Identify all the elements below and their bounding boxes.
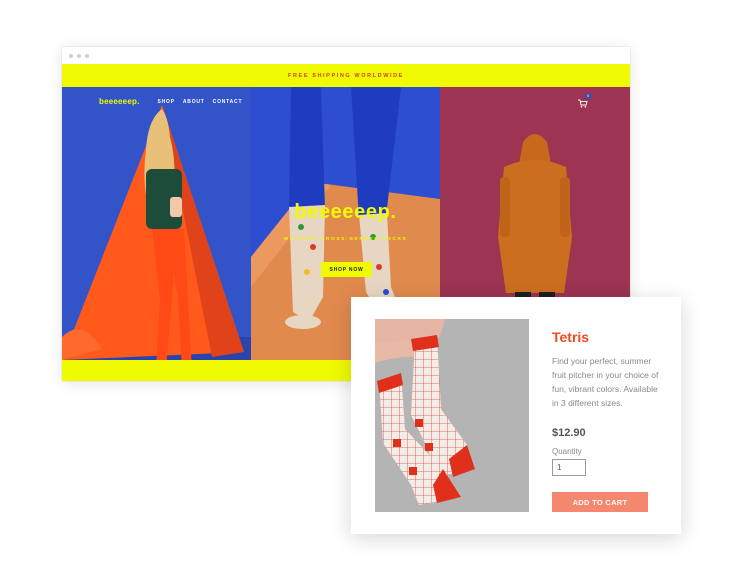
- product-description: Find your perfect, summer fruit pitcher …: [552, 356, 659, 408]
- window-dot-icon[interactable]: [69, 54, 73, 58]
- browser-chrome: [62, 47, 630, 64]
- nav-link-shop[interactable]: SHOP: [158, 99, 175, 105]
- hero-title: beeeeeep.: [294, 201, 397, 223]
- cart-count-badge: 0: [585, 93, 591, 99]
- window-dot-icon[interactable]: [85, 54, 89, 58]
- promo-banner: FREE SHIPPING WORLDWIDE: [288, 72, 404, 79]
- quantity-label: Quantity: [552, 447, 582, 456]
- hero-subtitle: WE MAKE CROSS-GENDER SOCKS: [283, 237, 408, 242]
- quantity-input[interactable]: [552, 459, 586, 476]
- product-price: $12.90: [552, 427, 586, 439]
- window-dot-icon[interactable]: [77, 54, 81, 58]
- hero-image-left: [62, 87, 251, 360]
- product-image: [375, 319, 529, 512]
- shop-now-button[interactable]: SHOP NOW: [321, 262, 372, 277]
- site-nav: beeeeeep. SHOP ABOUT CONTACT: [99, 97, 242, 106]
- tetris-socks-image: [375, 319, 529, 512]
- site-logo[interactable]: beeeeeep.: [99, 97, 140, 106]
- woman-orange-paper-image: [62, 87, 251, 360]
- nav-link-about[interactable]: ABOUT: [183, 99, 205, 105]
- add-to-cart-button[interactable]: ADD TO CART: [552, 492, 648, 512]
- cart-button[interactable]: 0: [578, 93, 591, 108]
- nav-link-contact[interactable]: CONTACT: [213, 99, 243, 105]
- cart-icon: [578, 99, 588, 108]
- product-title: Tetris: [552, 329, 590, 345]
- product-card: Tetris Find your perfect, summer fruit p…: [351, 297, 681, 534]
